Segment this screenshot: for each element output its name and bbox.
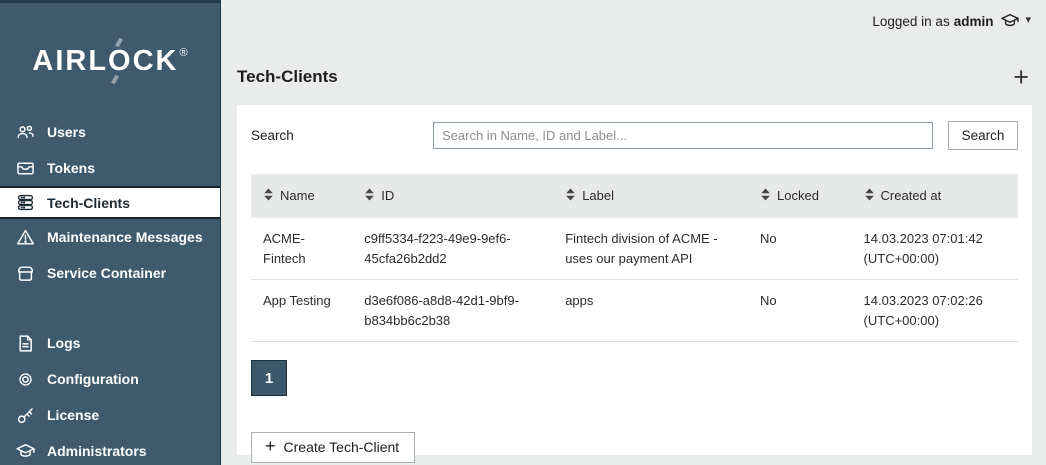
cell-created-at: 14.03.2023 07:01:42 (UTC+00:00) — [852, 218, 1018, 280]
sidebar-group: Logs Configuration License Administrators — [0, 325, 220, 465]
gear-icon — [14, 368, 36, 390]
sidebar-item-configuration[interactable]: Configuration — [0, 361, 220, 397]
sidebar-item-tech-clients[interactable]: Tech-Clients — [0, 186, 220, 219]
sort-icon[interactable] — [364, 188, 375, 204]
sidebar-group: Users Tokens Tech-Clients Maintenance Messa… — [0, 114, 220, 291]
sidebar-item-label: Administrators — [47, 443, 147, 459]
cell-locked: No — [748, 280, 852, 342]
sidebar-item-users[interactable]: Users — [0, 114, 220, 150]
cell-id: c9ff5334-f223-49e9-9ef6-45cfa26b2dd2 — [352, 218, 553, 280]
warning-triangle-icon — [14, 226, 36, 248]
logs-icon — [14, 332, 36, 354]
tech-clients-table: Name ID Label Locked Created at ACME-Fintech… — [251, 174, 1018, 342]
cell-created-at: 14.03.2023 07:02:26 (UTC+00:00) — [852, 280, 1018, 342]
pagination: 1 — [251, 360, 1018, 396]
column-header-created-at[interactable]: Created at — [852, 174, 1018, 218]
cell-label: apps — [553, 280, 748, 342]
cell-id: d3e6f086-a8d8-42d1-9bf9-b834bb6c2b38 — [352, 280, 553, 342]
sidebar-item-label: Service Container — [47, 265, 166, 281]
plus-icon: + — [265, 439, 276, 453]
app-window: AIRLOCK® Users Tokens Tech-Clients Maintena… — [0, 0, 1046, 465]
column-label: Label — [582, 188, 614, 203]
graduation-cap-icon — [14, 440, 36, 462]
column-header-locked[interactable]: Locked — [748, 174, 852, 218]
sidebar-item-administrators[interactable]: Administrators — [0, 433, 220, 465]
table-body: ACME-Fintechc9ff5334-f223-49e9-9ef6-45cf… — [251, 218, 1018, 342]
users-icon — [14, 121, 36, 143]
sidebar: AIRLOCK® Users Tokens Tech-Clients Maintena… — [0, 0, 221, 465]
search-row: Search Search — [251, 121, 1018, 150]
chevron-down-icon: ▾ — [1025, 13, 1031, 26]
create-button-label: Create Tech-Client — [284, 439, 400, 455]
cell-label: Fintech division of ACME - uses our paym… — [553, 218, 748, 280]
column-label: Created at — [881, 188, 942, 203]
column-label: Name — [280, 188, 315, 203]
search-button[interactable]: Search — [948, 121, 1018, 150]
cell-name: ACME-Fintech — [251, 218, 352, 280]
tech-clients-icon — [14, 192, 36, 214]
sidebar-item-tokens[interactable]: Tokens — [0, 150, 220, 186]
table-row[interactable]: App Testingd3e6f086-a8d8-42d1-9bf9-b834b… — [251, 280, 1018, 342]
table-header-row: Name ID Label Locked Created at — [251, 174, 1018, 218]
sort-icon[interactable] — [263, 188, 274, 204]
sidebar-item-maintenance-messages[interactable]: Maintenance Messages — [0, 219, 220, 255]
sort-icon[interactable] — [760, 188, 771, 204]
registered-mark: ® — [180, 47, 188, 59]
logo-slashed-o: O — [108, 45, 133, 78]
pagination-page-1[interactable]: 1 — [251, 360, 287, 396]
column-label: ID — [381, 188, 394, 203]
sidebar-item-label: Maintenance Messages — [47, 229, 203, 245]
sidebar-item-license[interactable]: License — [0, 397, 220, 433]
sort-icon[interactable] — [565, 188, 576, 204]
sidebar-item-label: Logs — [47, 335, 80, 351]
column-header-name[interactable]: Name — [251, 174, 352, 218]
sidebar-item-logs[interactable]: Logs — [0, 325, 220, 361]
cell-name: App Testing — [251, 280, 352, 342]
user-menu[interactable]: Logged in as admin ▾ — [872, 11, 1031, 31]
main-area: Logged in as admin ▾ Tech-Clients + Sear… — [221, 0, 1046, 465]
column-header-label[interactable]: Label — [553, 174, 748, 218]
sidebar-item-label: Configuration — [47, 371, 139, 387]
create-tech-client-button[interactable]: + Create Tech-Client — [251, 432, 415, 463]
column-header-id[interactable]: ID — [352, 174, 553, 218]
sidebar-item-label: License — [47, 407, 99, 423]
logo-text-end: CK — [133, 45, 179, 77]
sidebar-item-label: Tech-Clients — [47, 195, 130, 211]
search-label: Search — [251, 128, 433, 143]
page-header: Tech-Clients + — [221, 42, 1046, 105]
logo-text: AIRL — [32, 45, 108, 77]
table-row[interactable]: ACME-Fintechc9ff5334-f223-49e9-9ef6-45cf… — [251, 218, 1018, 280]
graduation-cap-icon — [1000, 11, 1020, 31]
topbar: Logged in as admin ▾ — [221, 0, 1046, 42]
airlock-logo: AIRLOCK® — [0, 45, 220, 78]
key-icon — [14, 404, 36, 426]
username: admin — [954, 14, 994, 29]
logged-in-label: Logged in as — [872, 14, 949, 29]
sidebar-item-service-container[interactable]: Service Container — [0, 255, 220, 291]
cell-locked: No — [748, 218, 852, 280]
sort-icon[interactable] — [864, 188, 875, 204]
add-tech-client-plus-icon[interactable]: + — [1011, 67, 1031, 87]
content-panel: Search Search Name ID Label Locked Created a… — [237, 105, 1032, 455]
sidebar-nav: Users Tokens Tech-Clients Maintenance Messa… — [0, 114, 220, 465]
search-input[interactable] — [433, 122, 933, 149]
page-title: Tech-Clients — [237, 67, 338, 87]
sidebar-item-label: Tokens — [47, 160, 95, 176]
tokens-icon — [14, 157, 36, 179]
column-label: Locked — [777, 188, 819, 203]
sidebar-item-label: Users — [47, 124, 86, 140]
container-icon — [14, 262, 36, 284]
